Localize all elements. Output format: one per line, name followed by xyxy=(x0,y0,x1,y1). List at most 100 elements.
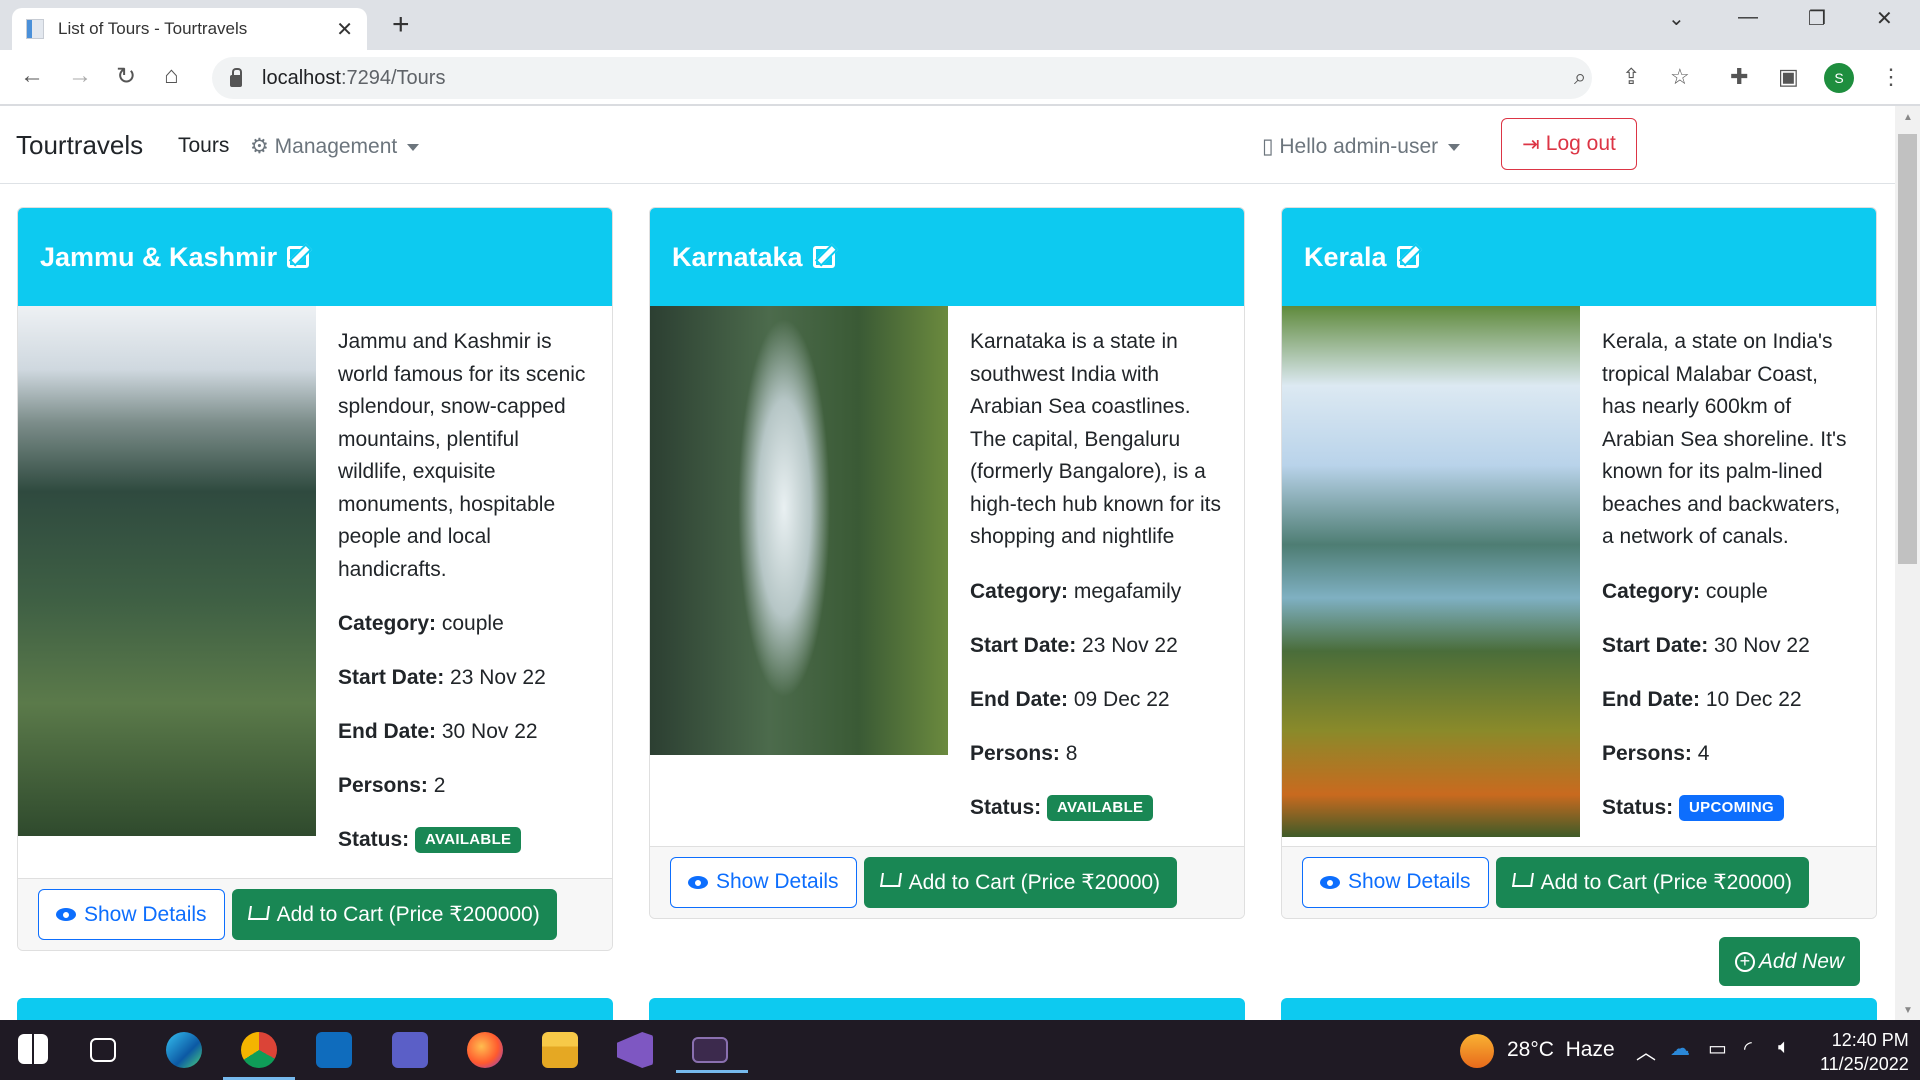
reload-icon[interactable]: ↻ xyxy=(116,62,136,91)
forward-icon[interactable]: → xyxy=(68,62,92,90)
start-date-label: Start Date: xyxy=(338,666,445,689)
outlook-icon[interactable] xyxy=(316,1032,352,1068)
add-to-cart-label: Add to Cart (Price ₹200000) xyxy=(276,903,540,926)
windows-taskbar: 28°C Haze ︿ ☁ ▭ ◜ 🔈︎ 12:40 PM 11/25/2022 xyxy=(0,1020,1920,1080)
brand-link[interactable]: Tourtravels xyxy=(16,130,143,161)
side-panel-icon[interactable]: ▣ xyxy=(1778,64,1799,90)
firefox-icon[interactable] xyxy=(467,1032,503,1068)
close-tab-icon[interactable]: ✕ xyxy=(336,17,353,42)
tab-search-icon[interactable]: ⌄ xyxy=(1668,6,1685,31)
file-explorer-icon[interactable] xyxy=(542,1032,578,1068)
status-field: Status: UPCOMING xyxy=(1602,792,1854,825)
show-details-button[interactable]: Show Details xyxy=(670,856,857,908)
clock[interactable]: 12:40 PM 11/25/2022 xyxy=(1820,1028,1909,1076)
teams-icon[interactable] xyxy=(392,1032,428,1068)
add-to-cart-button[interactable]: Add to Cart (Price ₹20000) xyxy=(863,856,1178,908)
start-date-value: 23 Nov 22 xyxy=(1082,633,1178,657)
page-scrollbar[interactable]: ▲ ▼ xyxy=(1895,106,1920,1020)
zoom-icon[interactable]: ⌕ xyxy=(1574,64,1586,90)
start-date-label: Start Date: xyxy=(1602,633,1709,657)
end-date-field: End Date: 30 Nov 22 xyxy=(338,716,590,749)
card-footer: Show Details Add to Cart (Price ₹20000) xyxy=(650,845,1244,918)
card-body: Karnataka is a state in southwest India … xyxy=(650,306,1244,846)
end-date-value: 30 Nov 22 xyxy=(441,720,538,743)
show-details-label: Show Details xyxy=(1348,870,1471,893)
add-to-cart-button[interactable]: Add to Cart (Price ₹200000) xyxy=(231,889,557,940)
address-bar[interactable]: localhost:7294/Tours xyxy=(212,57,1592,99)
url-path: :7294/Tours xyxy=(340,66,446,89)
browser-tab-bar: List of Tours - Tourtravels ✕ + ⌄ — ❐ ✕ xyxy=(0,0,1920,50)
temperature: 28°C xyxy=(1507,1038,1554,1061)
terminal-icon[interactable] xyxy=(676,1037,748,1073)
cart-icon xyxy=(879,873,902,887)
end-date-label: End Date: xyxy=(338,720,437,743)
chrome-icon[interactable] xyxy=(223,1032,295,1080)
nav-tours-link[interactable]: Tours xyxy=(178,134,229,158)
tour-card: Karnataka Karnataka is a state in southw… xyxy=(649,207,1245,919)
next-tour-card xyxy=(1281,998,1877,1020)
show-details-button[interactable]: Show Details xyxy=(1302,856,1489,908)
tour-image xyxy=(18,306,316,836)
end-date-field: End Date: 10 Dec 22 xyxy=(1602,684,1854,717)
visual-studio-icon[interactable] xyxy=(617,1032,653,1068)
battery-icon[interactable]: ▭ xyxy=(1708,1036,1727,1061)
edit-icon[interactable] xyxy=(1396,246,1419,268)
extensions-icon[interactable]: ✚ xyxy=(1730,64,1748,90)
home-icon[interactable]: ⌂ xyxy=(164,62,179,90)
logout-button[interactable]: ⇥ Log out xyxy=(1501,118,1637,170)
edge-icon[interactable] xyxy=(166,1032,202,1068)
management-label: Management xyxy=(274,135,398,158)
category-label: Category: xyxy=(1602,579,1701,603)
onedrive-cloud-icon[interactable]: ☁ xyxy=(1670,1036,1690,1061)
start-date-field: Start Date: 23 Nov 22 xyxy=(970,630,1222,663)
weather-text[interactable]: 28°C Haze xyxy=(1507,1038,1615,1062)
tour-image xyxy=(1282,306,1580,837)
windows-start-icon[interactable] xyxy=(18,1034,48,1064)
show-details-button[interactable]: Show Details xyxy=(38,889,225,940)
edit-icon[interactable] xyxy=(812,246,835,268)
add-to-cart-button[interactable]: Add to Cart (Price ₹20000) xyxy=(1495,856,1810,908)
scroll-thumb[interactable] xyxy=(1898,134,1917,564)
tour-title: Kerala xyxy=(1304,241,1387,272)
eye-icon xyxy=(688,875,708,889)
persons-label: Persons: xyxy=(970,741,1060,765)
caret-down-icon xyxy=(407,143,420,151)
scroll-up-icon[interactable]: ▲ xyxy=(1903,112,1913,123)
persons-value: 8 xyxy=(1065,741,1078,765)
start-date-value: 30 Nov 22 xyxy=(1714,633,1810,657)
next-tour-card xyxy=(649,998,1245,1020)
weather-icon xyxy=(1460,1034,1494,1068)
category-field: Category: couple xyxy=(338,608,590,641)
start-date-value: 23 Nov 22 xyxy=(450,666,546,689)
back-icon[interactable]: ← xyxy=(20,62,44,90)
new-tab-button[interactable]: + xyxy=(392,8,410,42)
category-field: Category: couple xyxy=(1602,576,1854,609)
cart-icon xyxy=(247,905,270,920)
show-hidden-icons-chevron-icon[interactable]: ︿ xyxy=(1636,1036,1656,1065)
menu-icon[interactable]: ⋮ xyxy=(1880,64,1902,90)
show-details-label: Show Details xyxy=(84,902,207,926)
share-icon[interactable]: ⇪ xyxy=(1622,64,1640,90)
wifi-icon[interactable]: ◜ xyxy=(1744,1036,1752,1061)
volume-icon[interactable]: 🔈︎ xyxy=(1778,1036,1790,1059)
edit-icon[interactable] xyxy=(287,246,310,268)
user-label: Hello admin-user xyxy=(1279,135,1439,158)
browser-tab[interactable]: List of Tours - Tourtravels ✕ xyxy=(12,8,367,50)
nav-management-dropdown[interactable]: ⚙ Management xyxy=(250,134,420,159)
add-new-button[interactable]: + Add New xyxy=(1719,937,1860,986)
task-view-icon[interactable] xyxy=(90,1038,116,1062)
status-badge: AVAILABLE xyxy=(415,827,522,854)
status-label: Status: xyxy=(1602,795,1674,819)
user-dropdown[interactable]: ▯ Hello admin-user xyxy=(1262,134,1461,159)
scroll-down-icon[interactable]: ▼ xyxy=(1903,1005,1913,1016)
card-footer: Show Details Add to Cart (Price ₹200000) xyxy=(18,878,612,950)
address-toolbar: ← → ↻ ⌂ localhost:7294/Tours ⌕ ⇪ ☆ ✚ ▣ S… xyxy=(0,50,1920,106)
minimize-button[interactable]: — xyxy=(1738,6,1758,29)
close-window-button[interactable]: ✕ xyxy=(1876,6,1893,31)
profile-avatar[interactable]: S xyxy=(1824,63,1854,93)
next-tour-card xyxy=(17,998,613,1020)
restore-button[interactable]: ❐ xyxy=(1808,6,1826,31)
start-date-field: Start Date: 30 Nov 22 xyxy=(1602,630,1854,663)
bookmark-star-icon[interactable]: ☆ xyxy=(1670,64,1690,90)
eye-icon xyxy=(56,908,76,921)
